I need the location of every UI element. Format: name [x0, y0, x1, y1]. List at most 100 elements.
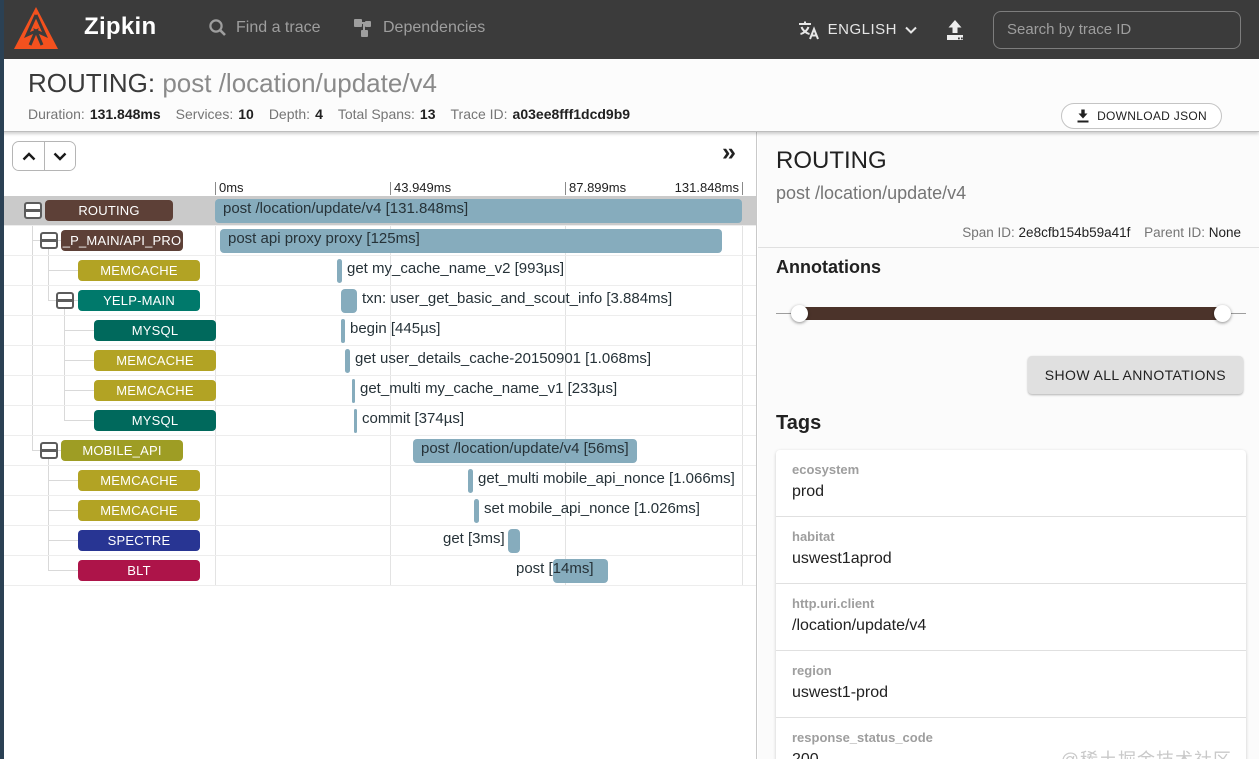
zipkin-app: Zipkin Find a trace Dependencies — [0, 0, 1259, 759]
timeline-row[interactable]: BLTpost [14ms] — [0, 556, 757, 586]
span-label: get [3ms] — [443, 530, 505, 547]
slider-handle-right[interactable] — [1214, 305, 1231, 322]
timeline-row[interactable]: MEMCACHEget user_details_cache-20150901 … — [0, 346, 757, 376]
span-label: commit [374µs] — [362, 410, 464, 427]
span-bar[interactable] — [354, 409, 357, 433]
span-label: set mobile_api_nonce [1.026ms] — [484, 500, 700, 517]
slider-range[interactable] — [799, 307, 1222, 320]
language-selector[interactable]: ENGLISH — [798, 20, 917, 40]
timeline-row[interactable]: SPECTRE get [3ms] — [0, 526, 757, 556]
download-json-button[interactable]: DOWNLOAD JSON — [1061, 103, 1222, 129]
axis-tick — [390, 182, 391, 195]
span-label: post api proxy proxy [125ms] — [228, 230, 420, 247]
collapse-panel-icon[interactable]: » — [722, 140, 736, 164]
span-bar[interactable] — [341, 319, 345, 343]
timeline-row[interactable]: MEMCACHE set mobile_api_nonce [1.026ms] — [0, 496, 757, 526]
timeline-row[interactable]: YELP-MAIN txn: user_get_basic_and_scout_i… — [0, 286, 757, 316]
watermark: @稀土掘金技术社区 — [1061, 746, 1232, 759]
axis-tick — [215, 182, 216, 195]
timeline-row[interactable]: MEMCACHE get my_cache_name_v2 [993µs] — [0, 256, 757, 286]
tag-key: response_status_code — [792, 728, 1230, 747]
service-badge[interactable]: _P_MAIN/API_PRO — [61, 230, 183, 251]
tag-row: ecosystemprod — [776, 450, 1246, 517]
span-detail-panel: ROUTING post /location/update/v4 Span ID… — [758, 132, 1259, 759]
prev-span-button[interactable] — [13, 142, 44, 170]
trace-stat: Services:10 — [176, 106, 254, 122]
nav-find-a-trace[interactable]: Find a trace — [208, 18, 320, 37]
app-title: Zipkin — [84, 13, 156, 41]
timeline-row[interactable]: _P_MAIN/API_PRO post api proxy proxy [125… — [0, 226, 757, 256]
tags-title: Tags — [776, 412, 821, 435]
translate-icon — [798, 20, 820, 40]
timeline-row[interactable]: MEMCACHE get_multi my_cache_name_v1 [233µ… — [0, 376, 757, 406]
annotations-title: Annotations — [776, 257, 881, 278]
span-label: get my_cache_name_v2 [993µs] — [347, 260, 564, 277]
trace-header: ROUTING: post /location/update/v4 Durati… — [0, 59, 1259, 132]
service-badge[interactable]: MEMCACHE — [78, 260, 200, 281]
timeline-row[interactable]: MOBILE_APIpost /location/update/v4 [56ms… — [0, 436, 757, 466]
service-badge[interactable]: ROUTING — [45, 200, 173, 221]
service-badge[interactable]: BLT — [78, 560, 200, 581]
service-badge[interactable]: MEMCACHE — [78, 470, 200, 491]
span-label: begin [445µs] — [350, 320, 440, 337]
upload-icon[interactable] — [943, 18, 967, 42]
span-label: txn: user_get_basic_and_scout_info [3.88… — [362, 290, 672, 307]
collapse-toggle-icon[interactable] — [56, 292, 74, 309]
nav-dependencies-label: Dependencies — [383, 19, 485, 37]
span-bar[interactable] — [337, 259, 342, 283]
service-badge[interactable]: MEMCACHE — [94, 350, 216, 371]
span-bar[interactable] — [468, 469, 473, 493]
span-bar[interactable] — [341, 289, 357, 313]
language-label: ENGLISH — [828, 21, 897, 38]
service-badge[interactable]: MYSQL — [94, 320, 216, 341]
tags-card: ecosystemprodhabitatuswest1aprodhttp.uri… — [776, 450, 1246, 759]
tag-row: http.uri.client/location/update/v4 — [776, 584, 1246, 651]
tag-value: uswest1-prod — [792, 680, 1230, 705]
collapse-toggle-icon[interactable] — [24, 202, 42, 219]
download-json-label: DOWNLOAD JSON — [1097, 109, 1207, 123]
service-badge[interactable]: MOBILE_API — [61, 440, 183, 461]
collapse-toggle-icon[interactable] — [40, 442, 58, 459]
span-bar[interactable] — [508, 529, 520, 553]
next-span-button[interactable] — [44, 142, 75, 170]
chevron-down-icon — [905, 26, 917, 34]
trace-stat: Trace ID:a03ee8fff1dcd9b9 — [451, 106, 631, 122]
service-badge[interactable]: MEMCACHE — [78, 500, 200, 521]
show-all-annotations-button[interactable]: SHOW ALL ANNOTATIONS — [1028, 356, 1243, 394]
timeline-row[interactable]: MYSQL commit [374µs] — [0, 406, 757, 436]
service-badge[interactable]: YELP-MAIN — [78, 290, 200, 311]
dependencies-icon — [352, 18, 374, 38]
service-badge[interactable]: MYSQL — [94, 410, 216, 431]
detail-service-name: ROUTING — [776, 147, 887, 175]
collapse-toggle-icon[interactable] — [40, 232, 58, 249]
nav-find-a-trace-label: Find a trace — [236, 19, 320, 37]
span-bar[interactable] — [474, 499, 479, 523]
timeline-row[interactable]: MYSQL begin [445µs] — [0, 316, 757, 346]
parent-id-label: Parent ID: — [1144, 225, 1205, 240]
slider-handle-left[interactable] — [791, 305, 808, 322]
zipkin-logo-icon[interactable] — [12, 5, 60, 53]
trace-stat: Depth:4 — [269, 106, 323, 122]
timeline-row[interactable]: MEMCACHEget_multi mobile_api_nonce [1.06… — [0, 466, 757, 496]
tag-row: regionuswest1-prod — [776, 651, 1246, 718]
axis-tick — [565, 182, 566, 195]
timeline-row[interactable]: ROUTING post /location/update/v4 [131.848… — [0, 196, 757, 226]
trace-title-endpoint: post /location/update/v4 — [162, 68, 437, 98]
span-id-value: 2e8cfb154b59a41f — [1019, 225, 1131, 240]
axis-tick-label: 43.949ms — [394, 180, 451, 195]
span-bar[interactable] — [352, 379, 355, 403]
span-ids: Span ID: 2e8cfb154b59a41f Parent ID: Non… — [962, 225, 1241, 240]
trace-title-service: ROUTING — [28, 68, 148, 98]
tag-key: ecosystem — [792, 460, 1230, 479]
span-label: post /location/update/v4 [131.848ms] — [223, 200, 468, 217]
tag-value: /location/update/v4 — [792, 613, 1230, 638]
service-badge[interactable]: MEMCACHE — [94, 380, 216, 401]
tag-value: prod — [792, 479, 1230, 504]
search-input[interactable] — [993, 11, 1241, 49]
trace-stat: Total Spans:13 — [338, 106, 436, 122]
span-label: get_multi my_cache_name_v1 [233µs] — [360, 380, 617, 397]
span-bar[interactable] — [345, 349, 350, 373]
service-badge[interactable]: SPECTRE — [78, 530, 200, 551]
nav-dependencies[interactable]: Dependencies — [352, 18, 485, 38]
tag-row: habitatuswest1aprod — [776, 517, 1246, 584]
